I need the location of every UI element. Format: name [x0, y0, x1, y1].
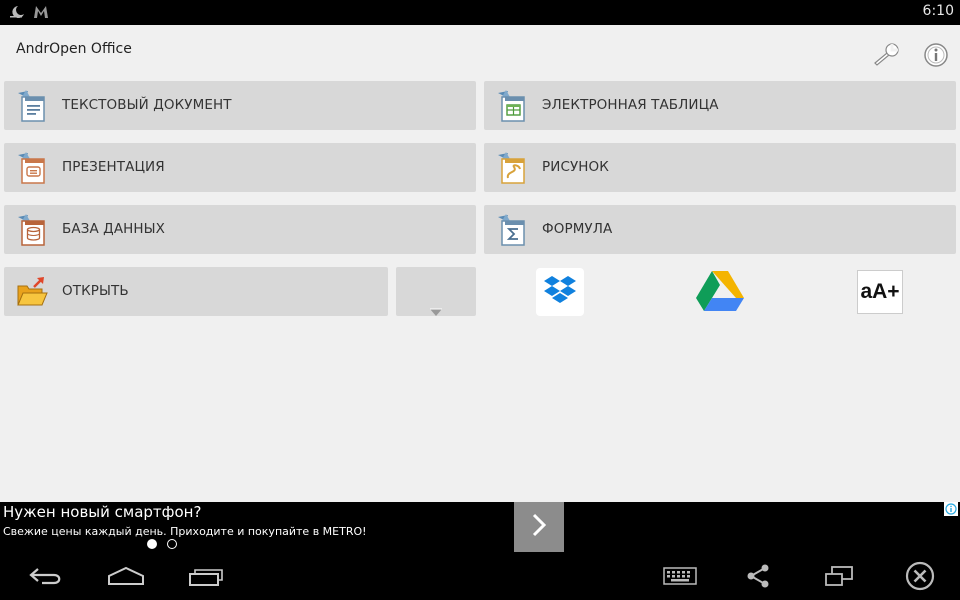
tile-label-draw: РИСУНОК [542, 159, 609, 175]
tile-label-impress: ПРЕЗЕНТАЦИЯ [62, 159, 165, 175]
font-size-button[interactable]: aA+ [857, 270, 903, 314]
font-size-label: aA+ [860, 280, 900, 303]
draw-drawing-icon [496, 151, 528, 185]
dropbox-button[interactable] [536, 268, 584, 316]
new-text-document-button[interactable]: ТЕКСТОВЫЙ ДОКУМЕНТ [4, 81, 476, 130]
new-formula-button[interactable]: ФОРМУЛА [484, 205, 956, 254]
math-formula-icon [496, 213, 528, 247]
google-drive-icon [696, 269, 744, 315]
keyboard-icon [663, 567, 697, 589]
ad-banner[interactable]: Нужен новый смартфон? Свежие цены каждый… [0, 502, 960, 557]
recent-apps-button[interactable] [182, 561, 230, 595]
tile-label-writer: ТЕКСТОВЫЙ ДОКУМЕНТ [62, 97, 232, 113]
keyboard-button[interactable] [656, 561, 704, 595]
info-button[interactable] [921, 42, 951, 72]
open-file-button[interactable]: ОТКРЫТЬ [4, 267, 388, 316]
google-drive-button[interactable] [696, 268, 744, 316]
app-title: AndrOpen Office [16, 41, 132, 57]
new-presentation-button[interactable]: ПРЕЗЕНТАЦИЯ [4, 143, 476, 192]
ad-info-button[interactable] [944, 502, 958, 516]
ad-next-button[interactable] [514, 502, 564, 552]
info-icon [923, 42, 949, 72]
screen-mirror-icon [824, 565, 854, 591]
close-circle-icon [905, 561, 935, 595]
settings-button[interactable] [872, 42, 902, 72]
open-dropdown-button[interactable] [396, 267, 476, 316]
close-button[interactable] [896, 561, 944, 595]
chevron-down-icon [429, 302, 443, 321]
back-button[interactable] [22, 561, 70, 595]
back-icon [28, 566, 64, 590]
settings-wrench-icon [872, 43, 902, 71]
share-icon [745, 564, 771, 592]
ad-page-dot [167, 539, 177, 549]
base-database-icon [16, 213, 48, 247]
screen-mirror-button[interactable] [815, 561, 863, 595]
screen: 6:10 AndrOpen Office ТЕКСТОВЫЙ ДОКУМЕНТ … [0, 0, 960, 600]
new-database-button[interactable]: БАЗА ДАННЫХ [4, 205, 476, 254]
status-bar: 6:10 [0, 0, 960, 25]
tile-label-base: БАЗА ДАННЫХ [62, 221, 166, 237]
ad-title: Нужен новый смартфон? [3, 503, 202, 521]
tile-label-open: ОТКРЫТЬ [62, 283, 129, 299]
impress-presentation-icon [16, 151, 48, 185]
chevron-right-icon [531, 513, 547, 541]
notification-moon-icon [8, 3, 26, 21]
writer-document-icon [16, 89, 48, 123]
recent-apps-icon [188, 566, 224, 590]
home-button[interactable] [102, 561, 150, 595]
home-icon [107, 566, 145, 590]
tile-label-math: ФОРМУЛА [542, 221, 613, 237]
dropbox-icon [543, 274, 577, 310]
ad-subtitle: Свежие цены каждый день. Приходите и пок… [3, 525, 367, 538]
calc-spreadsheet-icon [496, 89, 528, 123]
share-button[interactable] [734, 561, 782, 595]
ad-info-icon [945, 500, 957, 519]
ad-page-dot-active [147, 539, 157, 549]
notification-m-icon [32, 3, 50, 21]
status-clock: 6:10 [922, 3, 954, 19]
new-spreadsheet-button[interactable]: ЭЛЕКТРОННАЯ ТАБЛИЦА [484, 81, 956, 130]
open-folder-icon [16, 275, 48, 309]
tile-label-calc: ЭЛЕКТРОННАЯ ТАБЛИЦА [542, 97, 719, 113]
navigation-bar [0, 557, 960, 600]
new-drawing-button[interactable]: РИСУНОК [484, 143, 956, 192]
